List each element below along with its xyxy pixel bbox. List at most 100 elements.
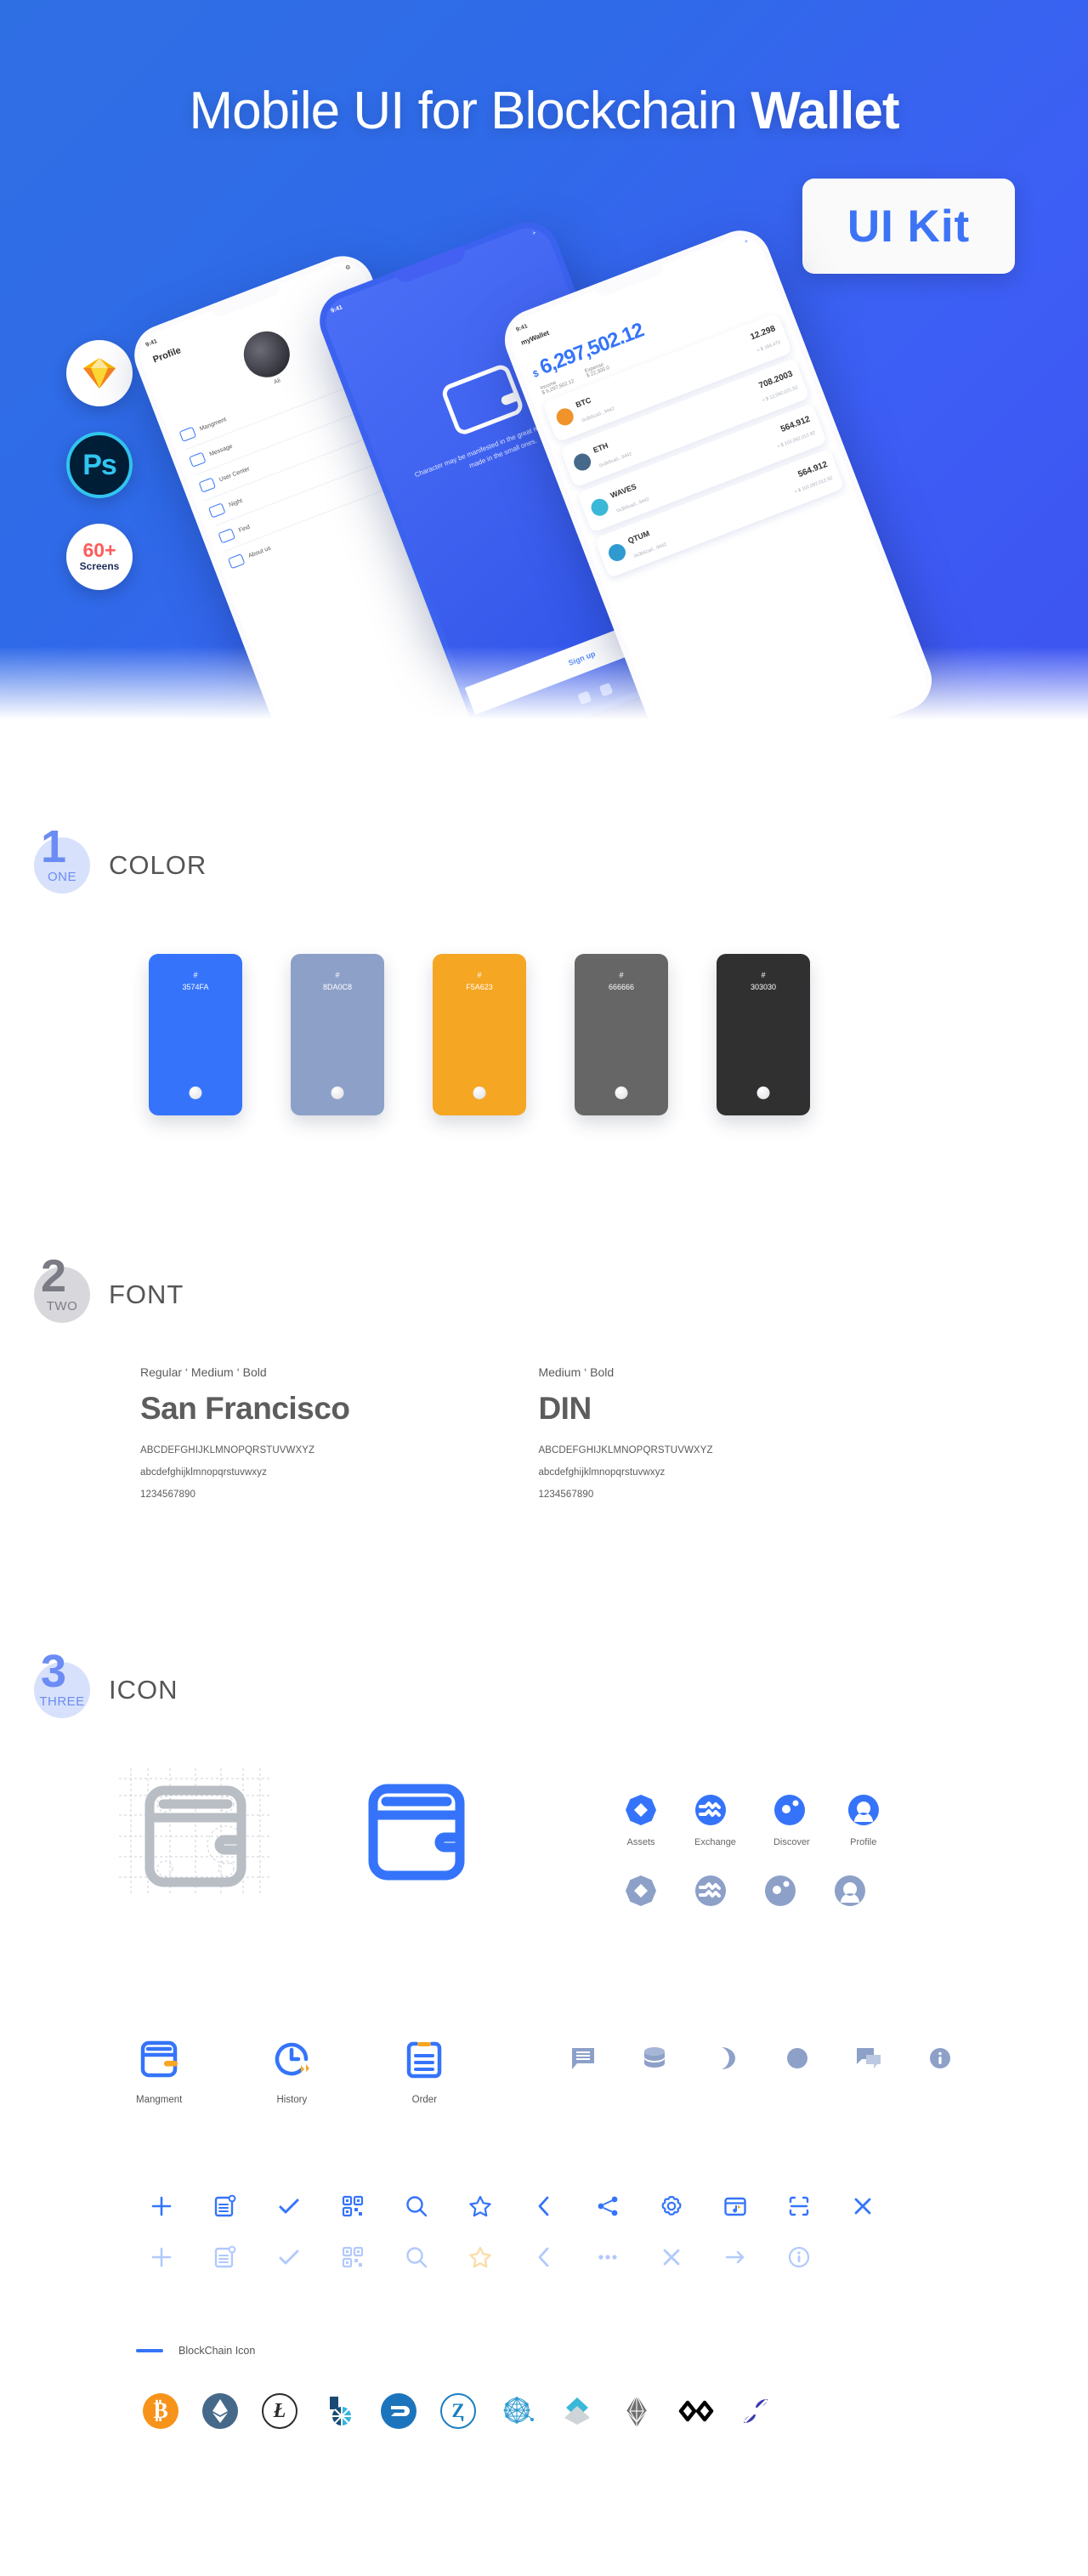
tool-history[interactable]: History [269,2036,314,2105]
coin-symbol: ETH [592,440,609,455]
info-circle-icon [227,553,246,570]
message-bubble-icon[interactable] [570,2045,597,2072]
tool-management[interactable]: Mangment [136,2036,182,2105]
waves-icon[interactable] [559,2393,595,2429]
icon-section: 3 THREE ICON [0,1648,1088,1718]
qtum-icon[interactable] [500,2393,536,2429]
litecoin-icon[interactable]: Ł [262,2393,298,2429]
chevron-left-icon[interactable] [531,2244,557,2270]
coin-fiat: ≈ $ 184,470 [756,339,782,354]
star-icon[interactable] [468,2193,493,2219]
check-icon[interactable] [276,2244,302,2270]
color-swatch[interactable]: # F5A623 [433,954,526,1115]
info-circle-icon[interactable] [786,2244,812,2270]
font-specimen-columns: Regular ‘ Medium ‘ Bold San Francisco AB… [0,1365,1088,1500]
chat-icon[interactable] [855,2045,882,2072]
gear-icon[interactable] [659,2193,684,2219]
circle-icon[interactable] [784,2045,811,2072]
color-swatch[interactable]: #3574FA [149,954,242,1115]
hash-symbol: # [761,971,766,979]
moon-icon[interactable] [712,2045,740,2072]
dash-icon[interactable] [381,2393,416,2429]
more-dots-icon[interactable] [595,2244,620,2270]
qrcode-icon[interactable] [340,2193,366,2219]
document-settings-icon[interactable] [212,2244,238,2270]
hash-symbol: # [335,971,340,979]
font-weights: Regular ‘ Medium ‘ Bold [140,1365,267,1379]
sketch-diamond-icon [83,358,116,389]
eos-icon[interactable] [619,2393,654,2429]
wallet-icon-wireframe [119,1768,272,1896]
currency-symbol: $ [531,368,540,380]
photoshop-badge: Ps [66,432,133,498]
bytom-icon[interactable] [678,2393,714,2429]
hero-banner: Mobile UI for Blockchain Wallet UI Kit P… [0,0,1088,748]
gear-icon: ⚙ [344,264,352,272]
list-item-label: User Center [218,466,251,484]
close-icon[interactable] [850,2193,876,2219]
plus-icon[interactable] [149,2193,174,2219]
nem-icon[interactable] [738,2393,774,2429]
discover-icon-inactive[interactable] [764,1875,796,1907]
screens-label: Screens [79,559,120,572]
font-lowercase: abcdefghijklmnopqrstuvwxyz [140,1467,267,1478]
screens-badge: 60+ Screens [66,524,133,590]
section-number-badge: 2 TWO [34,1253,90,1323]
star-icon-orange[interactable] [468,2244,493,2270]
blockchain-coin-row: ₿ Ł Ⱬ [0,2393,774,2429]
bitshares-icon[interactable] [321,2393,357,2429]
font-uppercase: ABCDEFGHIJKLMNOPQRSTUVWXYZ [140,1445,315,1455]
profile-icon-inactive[interactable] [834,1875,866,1907]
share-icon[interactable] [595,2193,620,2219]
list-item-label: Message [208,443,234,458]
uikit-label: UI Kit [847,201,971,252]
qrcode-icon[interactable] [340,2244,366,2270]
tab-icon-grid-active: Assets Exchange Discover Profile [625,1794,880,1847]
color-swatch[interactable]: #8DA0C8 [291,954,384,1115]
tool-label: Mangment [136,2095,183,2105]
tab-discover[interactable]: Discover [774,1794,810,1847]
font-specimen-din: Medium ‘ Bold DIN ABCDEFGHIJKLMNOPQRSTUV… [538,1365,712,1500]
ethereum-icon[interactable] [202,2393,238,2429]
ethereum-icon [571,451,594,474]
tab-exchange[interactable]: Exchange [694,1794,736,1847]
assets-icon-inactive[interactable] [625,1875,657,1907]
database-stack-icon[interactable] [641,2045,668,2072]
arrow-right-icon[interactable] [722,2244,748,2270]
legend-label: BlockChain Icon [178,2345,256,2357]
waves-icon [588,496,611,519]
outline-icon-row-muted [149,2244,812,2270]
tab-label: Discover [773,1837,810,1847]
search-icon[interactable] [404,2193,429,2219]
document-settings-icon[interactable] [212,2193,238,2219]
chevron-left-icon[interactable] [531,2193,557,2219]
tab-label: Profile [850,1837,877,1847]
font-digits: 1234567890 [538,1489,594,1500]
list-item-label: About us [247,545,272,559]
exchange-icon-inactive[interactable] [694,1875,727,1907]
color-swatch[interactable]: #303030 [717,954,810,1115]
check-icon[interactable] [276,2193,302,2219]
tool-order[interactable]: Order [401,2036,447,2105]
bitcoin-icon[interactable]: ₿ [143,2393,178,2429]
close-icon[interactable] [659,2244,684,2270]
font-family-name: DIN [538,1391,592,1426]
list-item-label: Night [228,497,244,509]
hash-symbol: # [477,971,482,979]
tab-profile[interactable]: Profile [847,1794,880,1847]
outline-icon-row-active [149,2193,876,2219]
color-swatch[interactable]: #666666 [575,954,668,1115]
swatch-hole [756,1087,770,1099]
tab-assets[interactable]: Assets [625,1794,657,1847]
plus-icon[interactable]: + [744,238,749,245]
zcash-icon[interactable]: Ⱬ [440,2393,476,2429]
photoshop-label: Ps [82,448,117,481]
media-window-icon[interactable] [722,2193,748,2219]
status-time: 9:41 [515,322,529,333]
info-circle-icon[interactable] [926,2045,954,2072]
scan-icon[interactable] [786,2193,812,2219]
wallet-management-icon [178,426,197,442]
hero-title-regular: Mobile UI for Blockchain [189,82,751,140]
search-icon[interactable] [404,2244,429,2270]
plus-icon[interactable] [149,2244,174,2270]
